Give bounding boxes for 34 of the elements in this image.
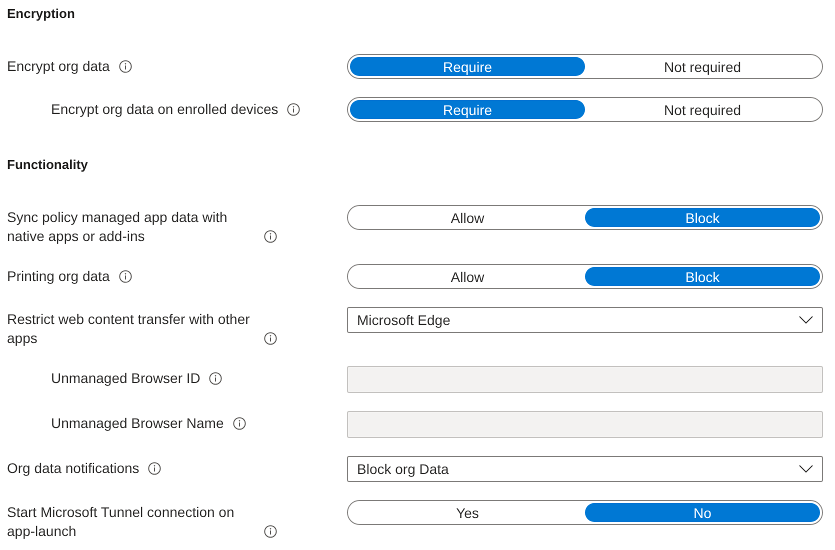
setting-label: Unmanaged Browser Name bbox=[51, 414, 224, 433]
info-icon[interactable] bbox=[209, 372, 222, 385]
info-icon[interactable] bbox=[118, 270, 132, 283]
setting-label: Restrict web content transfer with other apps bbox=[7, 310, 251, 348]
setting-label: Org data notifications bbox=[7, 459, 140, 478]
info-icon[interactable] bbox=[264, 230, 277, 243]
toggle-option[interactable]: Require bbox=[350, 57, 585, 76]
info-icon[interactable] bbox=[264, 525, 277, 538]
info-icon[interactable] bbox=[264, 332, 277, 345]
dropdown[interactable]: Microsoft Edge bbox=[347, 307, 823, 333]
setting-label: Sync policy managed app data with native apps or add-ins bbox=[7, 208, 228, 246]
chevron-down-icon bbox=[799, 465, 813, 473]
dropdown[interactable]: Block org Data bbox=[347, 456, 823, 482]
toggle-option[interactable]: No bbox=[585, 503, 820, 522]
chevron-down-icon bbox=[799, 316, 813, 324]
toggle-option[interactable]: Block bbox=[585, 208, 820, 227]
section-heading: Encryption bbox=[7, 5, 75, 23]
toggle-option[interactable]: Block bbox=[585, 267, 820, 286]
info-icon[interactable] bbox=[287, 103, 300, 116]
toggle-option[interactable]: Not required bbox=[585, 57, 820, 76]
setting-label: Encrypt org data on enrolled devices bbox=[51, 100, 278, 119]
toggle-option[interactable]: Allow bbox=[350, 208, 585, 227]
toggle-option[interactable]: Require bbox=[350, 100, 585, 119]
info-icon[interactable] bbox=[118, 60, 132, 73]
setting-label: Start Microsoft Tunnel connection on app-launch bbox=[7, 503, 236, 541]
setting-label: Unmanaged Browser ID bbox=[51, 369, 200, 388]
section-heading: Functionality bbox=[7, 156, 88, 174]
toggle-option[interactable]: Allow bbox=[350, 267, 585, 286]
toggle-option[interactable]: Yes bbox=[350, 503, 585, 522]
setting-label: Printing org data bbox=[7, 267, 110, 286]
info-icon[interactable] bbox=[232, 417, 246, 430]
toggle-option[interactable]: Not required bbox=[585, 100, 820, 119]
setting-label: Encrypt org data bbox=[7, 57, 110, 76]
info-icon[interactable] bbox=[148, 462, 162, 475]
